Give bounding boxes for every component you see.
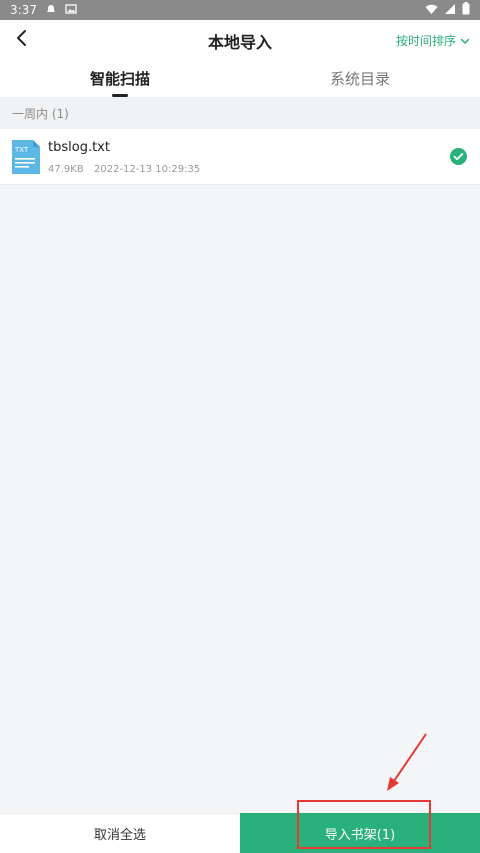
txt-file-icon: TXT	[12, 140, 40, 174]
deselect-all-button[interactable]: 取消全选	[0, 813, 240, 853]
tab-label: 智能扫描	[89, 70, 150, 88]
notification-icon	[45, 3, 57, 18]
file-list-item[interactable]: TXT tbslog.txt 47.9KB 2022-12-13 10:29:3…	[0, 129, 480, 185]
image-icon	[65, 3, 77, 18]
status-left: 3:37	[10, 3, 77, 18]
bottom-action-bar: 取消全选 导入书架(1)	[0, 813, 480, 853]
section-label: 一周内 (1)	[12, 106, 69, 121]
chevron-down-icon	[460, 34, 470, 48]
file-size: 47.9KB	[48, 164, 84, 175]
tab-label: 系统目录	[329, 70, 390, 88]
import-to-bookshelf-button[interactable]: 导入书架(1)	[240, 813, 480, 853]
status-time: 3:37	[10, 3, 37, 17]
battery-icon	[462, 2, 470, 18]
tab-bar: 智能扫描 系统目录	[0, 60, 480, 97]
signal-icon	[444, 3, 456, 18]
section-header: 一周内 (1)	[0, 97, 480, 129]
file-date: 2022-12-13 10:29:35	[94, 164, 201, 175]
sort-button[interactable]: 按时间排序	[396, 32, 470, 49]
sort-label: 按时间排序	[395, 34, 456, 48]
status-right	[425, 2, 470, 18]
app-header: 本地导入 按时间排序	[0, 20, 480, 60]
checkmark-icon[interactable]	[450, 148, 467, 169]
tab-smart-scan[interactable]: 智能扫描	[0, 60, 240, 97]
file-icon-text: TXT	[14, 146, 29, 154]
file-name: tbslog.txt	[48, 140, 110, 155]
status-bar: 3:37	[0, 0, 480, 20]
wifi-icon	[425, 3, 438, 18]
tab-system-directory[interactable]: 系统目录	[240, 60, 480, 97]
annotation-arrow	[380, 730, 430, 799]
